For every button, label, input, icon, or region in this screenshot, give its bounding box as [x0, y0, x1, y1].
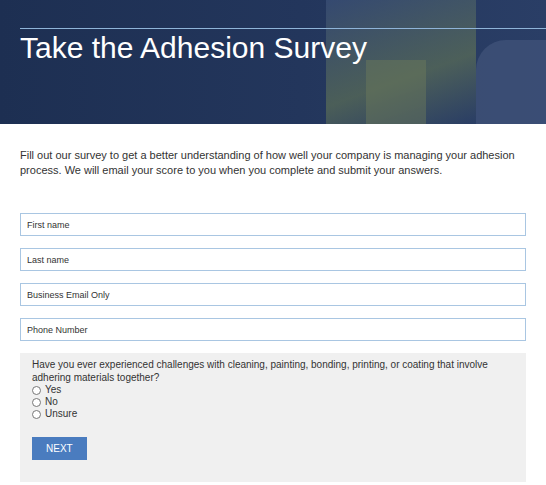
question-panel: Have you ever experienced challenges wit… — [20, 353, 526, 482]
text-field[interactable] — [20, 318, 526, 341]
option-label: No — [45, 396, 58, 408]
question-text: Have you ever experienced challenges wit… — [32, 358, 514, 384]
next-button[interactable]: NEXT — [32, 437, 87, 460]
survey-form: Have you ever experienced challenges wit… — [20, 213, 526, 482]
hero-banner: Take the Adhesion Survey — [0, 0, 546, 124]
radio-option[interactable]: Yes — [32, 384, 514, 396]
content: Fill out our survey to get a better unde… — [0, 124, 546, 485]
radio-button[interactable] — [32, 386, 41, 395]
text-field[interactable] — [20, 248, 526, 271]
option-label: Yes — [45, 384, 61, 396]
title-bar: Take the Adhesion Survey — [20, 28, 546, 65]
page-title: Take the Adhesion Survey — [20, 29, 546, 65]
radio-button[interactable] — [32, 410, 41, 419]
survey-page: Take the Adhesion Survey Fill out our sur… — [0, 0, 546, 485]
radio-option[interactable]: No — [32, 396, 514, 408]
intro-text: Fill out our survey to get a better unde… — [20, 148, 526, 178]
radio-button[interactable] — [32, 398, 41, 407]
text-field[interactable] — [20, 213, 526, 236]
option-label: Unsure — [45, 408, 77, 420]
radio-option[interactable]: Unsure — [32, 408, 514, 420]
text-field[interactable] — [20, 283, 526, 306]
button-row: NEXT — [32, 437, 514, 460]
